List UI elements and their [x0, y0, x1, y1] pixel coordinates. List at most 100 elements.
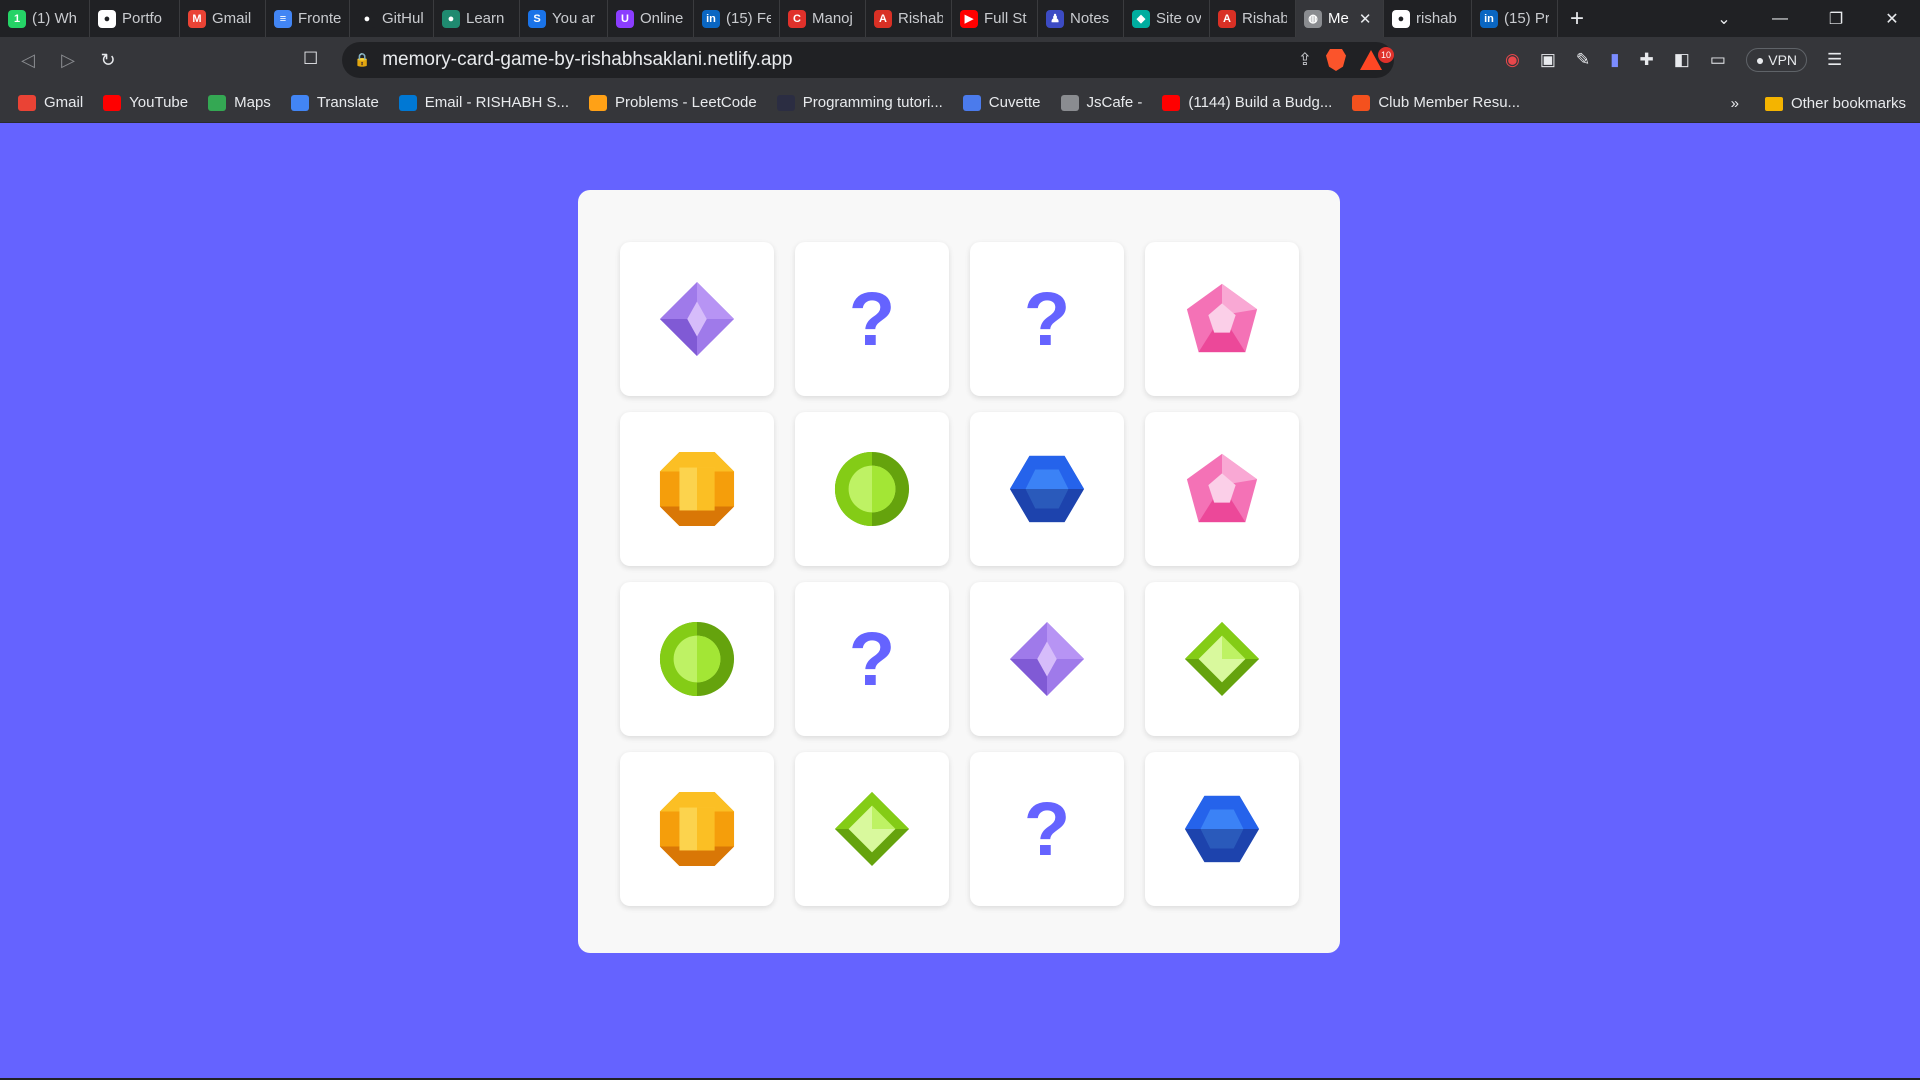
tab-title: Learn	[466, 10, 505, 27]
card-revealed[interactable]	[620, 582, 774, 736]
bookmark-item[interactable]: Email - RISHABH S...	[398, 94, 569, 111]
url-text[interactable]: memory-card-game-by-rishabhsaklani.netli…	[382, 49, 792, 71]
browser-tab[interactable]: A Rishab	[1210, 0, 1296, 37]
youtube-icon	[1162, 94, 1181, 111]
tab-title: Gmail	[212, 10, 252, 27]
gmail-icon: M	[188, 9, 206, 28]
bookmark-item[interactable]: Gmail	[18, 94, 83, 111]
bookmark-label: (1144) Build a Budg...	[1188, 94, 1333, 111]
tab-list: 1 (1) Wh ● Portfo M Gmail ≡ Fronte ● GitHul ● Learn…	[0, 0, 1558, 37]
bookmarks-overflow-button[interactable]: »	[1731, 95, 1739, 112]
card-revealed[interactable]	[795, 752, 949, 906]
browser-tab[interactable]: in (15) Pr	[1472, 0, 1558, 37]
card-revealed[interactable]	[1145, 752, 1299, 906]
other-bookmarks-folder[interactable]: Other bookmarks	[1764, 94, 1906, 112]
gem-blue-hexagon-icon	[1008, 450, 1086, 528]
card-revealed[interactable]	[620, 242, 774, 396]
linkedin-icon: in	[1480, 9, 1498, 28]
sidebar-icon[interactable]: ◧	[1674, 50, 1690, 70]
bookmark-item[interactable]: Cuvette	[962, 94, 1041, 111]
browser-tab[interactable]: ◆ Site ov	[1124, 0, 1210, 37]
gem-green-rhombus-icon	[1183, 620, 1261, 698]
card-hidden[interactable]: ?	[970, 242, 1124, 396]
bookmark-item[interactable]: Programming tutori...	[776, 94, 943, 111]
card-hidden[interactable]: ?	[795, 242, 949, 396]
u-icon: U	[616, 9, 634, 28]
browser-tab[interactable]: A Rishab	[866, 0, 952, 37]
bookmark-item[interactable]: Maps	[208, 94, 271, 111]
translate-icon	[290, 94, 309, 111]
close-tab-icon[interactable]: ✕	[1359, 10, 1372, 28]
browser-tab[interactable]: ≡ Fronte	[266, 0, 350, 37]
close-window-icon[interactable]: ✕	[1864, 9, 1920, 29]
card-revealed[interactable]	[970, 412, 1124, 566]
bookmark-label: Translate	[316, 94, 379, 111]
card-revealed[interactable]	[1145, 412, 1299, 566]
restore-icon[interactable]: ❐	[1808, 9, 1864, 29]
bookmark-item[interactable]: Club Member Resu...	[1352, 94, 1520, 111]
tab-strip: 1 (1) Wh ● Portfo M Gmail ≡ Fronte ● GitHul ● Learn…	[0, 0, 1920, 37]
gem-orange-octagon-icon	[658, 790, 736, 868]
extension-tool-icon[interactable]: ✎	[1576, 50, 1590, 70]
wallet-icon[interactable]: ▭	[1710, 50, 1726, 70]
card-hidden[interactable]: ?	[795, 582, 949, 736]
browser-tab[interactable]: in (15) Fe	[694, 0, 780, 37]
minimize-icon[interactable]: —	[1752, 10, 1808, 28]
globe-icon: ◍	[1304, 9, 1322, 28]
browser-tab[interactable]: U Online	[608, 0, 694, 37]
globe-icon	[1060, 94, 1079, 111]
bookmark-label: Email - RISHABH S...	[424, 94, 569, 111]
question-mark-icon: ?	[848, 276, 896, 362]
tab-title: Rishab	[1242, 10, 1287, 27]
share-icon[interactable]: ⇪	[1298, 50, 1312, 70]
bookmark-page-icon[interactable]: ☐	[303, 49, 318, 69]
maps-icon	[208, 94, 227, 111]
brave-shields-icon[interactable]	[1326, 49, 1346, 71]
extension-window-icon[interactable]: ▣	[1540, 50, 1556, 70]
tab-search-icon[interactable]: ⌄	[1696, 9, 1752, 29]
new-tab-button[interactable]: +	[1558, 5, 1596, 33]
bookmark-item[interactable]: YouTube	[103, 94, 188, 111]
gem-green-rhombus-icon	[833, 790, 911, 868]
browser-tab[interactable]: ● rishab	[1384, 0, 1472, 37]
card-revealed[interactable]	[1145, 582, 1299, 736]
extension-red-icon[interactable]: ◉	[1505, 50, 1520, 70]
question-mark-icon: ?	[848, 616, 896, 702]
extensions-puzzle-icon[interactable]: ✚	[1640, 50, 1654, 70]
card-revealed[interactable]	[795, 412, 949, 566]
other-bookmarks-label: Other bookmarks	[1790, 94, 1906, 112]
browser-tab[interactable]: ● Learn	[434, 0, 520, 37]
browser-tab[interactable]: ● Portfo	[90, 0, 180, 37]
notes-icon: ♟	[1046, 9, 1064, 28]
address-bar[interactable]: 🔒 memory-card-game-by-rishabhsaklani.net…	[342, 42, 1394, 78]
bookmark-label: Maps	[234, 94, 271, 111]
browser-tab[interactable]: ● GitHul	[350, 0, 434, 37]
browser-tab[interactable]: ◍ Me ✕	[1296, 0, 1384, 37]
rewards-badge: 10	[1378, 47, 1394, 63]
card-hidden[interactable]: ?	[970, 752, 1124, 906]
browser-tab[interactable]: 1 (1) Wh	[0, 0, 90, 37]
browser-tab[interactable]: C Manoj	[780, 0, 866, 37]
card-revealed[interactable]	[970, 582, 1124, 736]
lock-icon[interactable]: 🔒	[354, 52, 370, 68]
browser-tab[interactable]: ♟ Notes	[1038, 0, 1124, 37]
back-icon[interactable]: ◁	[8, 50, 48, 71]
bookmark-item[interactable]: Translate	[290, 94, 379, 111]
learn-icon: ●	[442, 9, 460, 28]
card-revealed[interactable]	[620, 412, 774, 566]
extension-bookmark-icon[interactable]: ▮	[1610, 50, 1619, 70]
card-revealed[interactable]	[620, 752, 774, 906]
gem-blue-hexagon-icon	[1183, 790, 1261, 868]
bookmark-item[interactable]: (1144) Build a Budg...	[1162, 94, 1332, 111]
browser-tab[interactable]: ▶ Full St	[952, 0, 1038, 37]
bookmarks-bar: Gmail YouTube Maps Translate Email - RISHABH…	[0, 83, 1920, 123]
browser-tab[interactable]: M Gmail	[180, 0, 266, 37]
bookmark-item[interactable]: JsCafe -	[1060, 94, 1142, 111]
card-revealed[interactable]	[1145, 242, 1299, 396]
vpn-button[interactable]: ● VPN	[1745, 48, 1808, 72]
reload-icon[interactable]: ↻	[88, 50, 128, 71]
bookmark-item[interactable]: Problems - LeetCode	[589, 94, 757, 111]
forward-icon[interactable]: ▷	[48, 50, 88, 71]
browser-tab[interactable]: S You ar	[520, 0, 608, 37]
menu-icon[interactable]: ☰	[1827, 50, 1842, 70]
